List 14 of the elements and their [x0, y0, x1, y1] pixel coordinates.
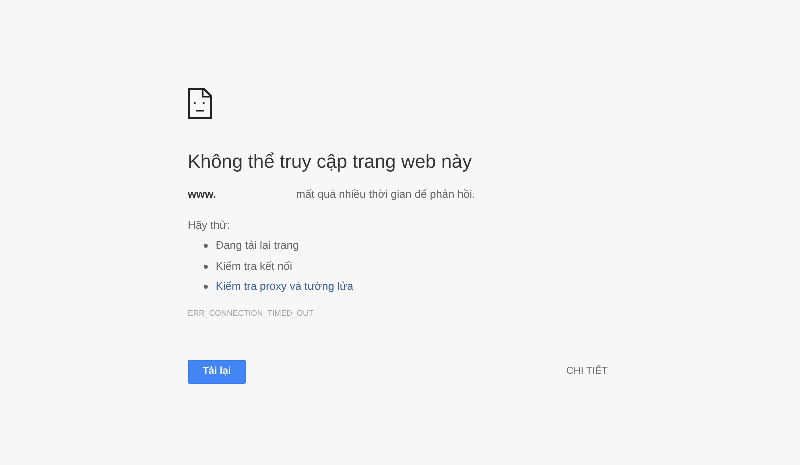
bullet-icon: [204, 244, 208, 248]
suggestion-text: Đang tải lại trang: [216, 239, 300, 254]
suggestion-text: Kiểm tra kết nối: [216, 260, 292, 274]
suggestion-link[interactable]: Kiểm tra proxy và tường lửa: [216, 279, 354, 296]
bullet-icon: [204, 264, 208, 269]
suggestions-heading: Hãy thử:: [188, 218, 232, 234]
timeout-message: mất quá nhiều thời gian để phản hồi.: [296, 188, 476, 203]
error-title: Không thể truy cập trang web này: [188, 151, 474, 175]
details-button[interactable]: CHI TIẾT: [566, 364, 608, 379]
reload-button[interactable]: Tải lại: [188, 360, 246, 384]
bullet-icon: [204, 285, 208, 290]
error-code: ERR_CONNECTION_TIMED_OUT: [188, 308, 315, 320]
sad-page-icon: [188, 88, 212, 119]
host-text: www.: [188, 188, 216, 203]
